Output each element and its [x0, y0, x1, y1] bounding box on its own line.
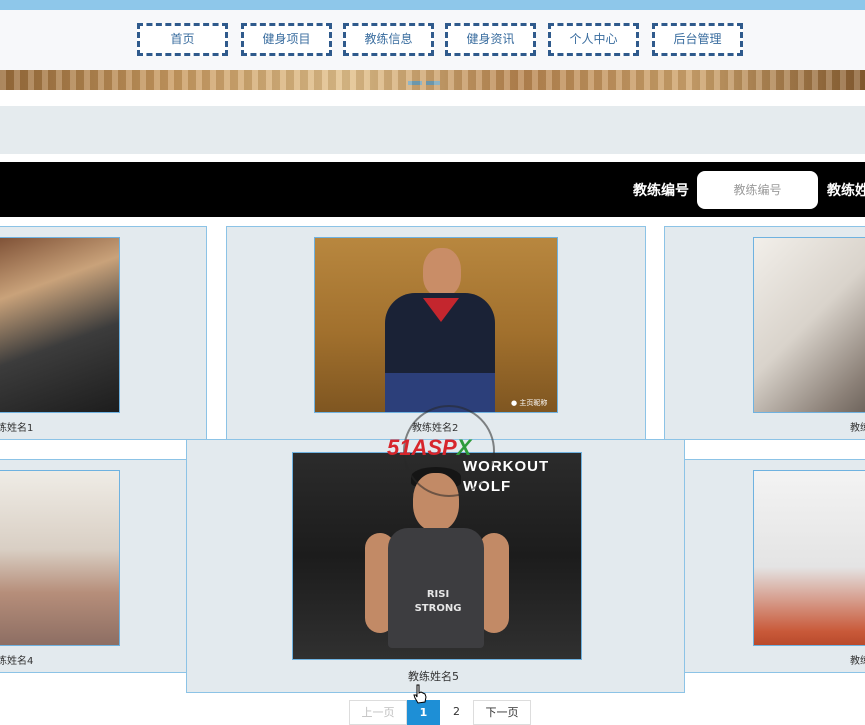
spacer: [0, 154, 865, 162]
prev-page-button[interactable]: 上一页: [349, 700, 407, 725]
coach-name: 教练姓名1: [0, 423, 34, 434]
nav-fitness-news[interactable]: 健身资讯: [445, 23, 536, 56]
coach-number-label: 教练编号: [633, 183, 689, 199]
coach-photo: [753, 237, 865, 413]
nav-home[interactable]: 首页: [137, 23, 228, 56]
coach-card[interactable]: 教练: [664, 459, 865, 673]
coach-photo: [0, 237, 120, 413]
coach-name: 教练姓名5: [408, 670, 459, 683]
nav-personal-center[interactable]: 个人中心: [548, 23, 639, 56]
section-band: [0, 106, 865, 154]
search-bar: 教练编号 教练姓: [0, 162, 865, 217]
site-watermark-logo: 51ASPX: [385, 405, 515, 497]
nav-fitness-projects[interactable]: 健身项目: [241, 23, 332, 56]
next-page-button[interactable]: 下一页: [473, 700, 531, 725]
top-accent-strip: [0, 0, 865, 10]
coach-card[interactable]: 教练: [664, 226, 865, 440]
page-2-button[interactable]: 2: [440, 700, 473, 725]
coach-number-input[interactable]: [697, 171, 818, 209]
coach-name: 教练: [850, 423, 865, 434]
coach-card[interactable]: 教练姓名4: [0, 459, 207, 673]
banner-carousel[interactable]: [0, 70, 865, 90]
coach-card[interactable]: 教练姓名1: [0, 226, 207, 440]
main-navigation: 首页 健身项目 教练信息 健身资讯 个人中心 后台管理: [0, 10, 865, 70]
coach-photo: ● 主页昵称: [314, 237, 558, 413]
coach-name-label: 教练姓: [827, 183, 865, 199]
nav-coach-info[interactable]: 教练信息: [343, 23, 434, 56]
coach-photo: [0, 470, 120, 646]
carousel-indicators[interactable]: [408, 70, 468, 85]
hand-cursor-icon: [413, 684, 427, 704]
coach-photo: [753, 470, 865, 646]
coach-name: 教练: [850, 656, 865, 667]
nav-admin[interactable]: 后台管理: [652, 23, 743, 56]
spacer: [0, 90, 865, 106]
coach-name: 教练姓名4: [0, 656, 34, 667]
